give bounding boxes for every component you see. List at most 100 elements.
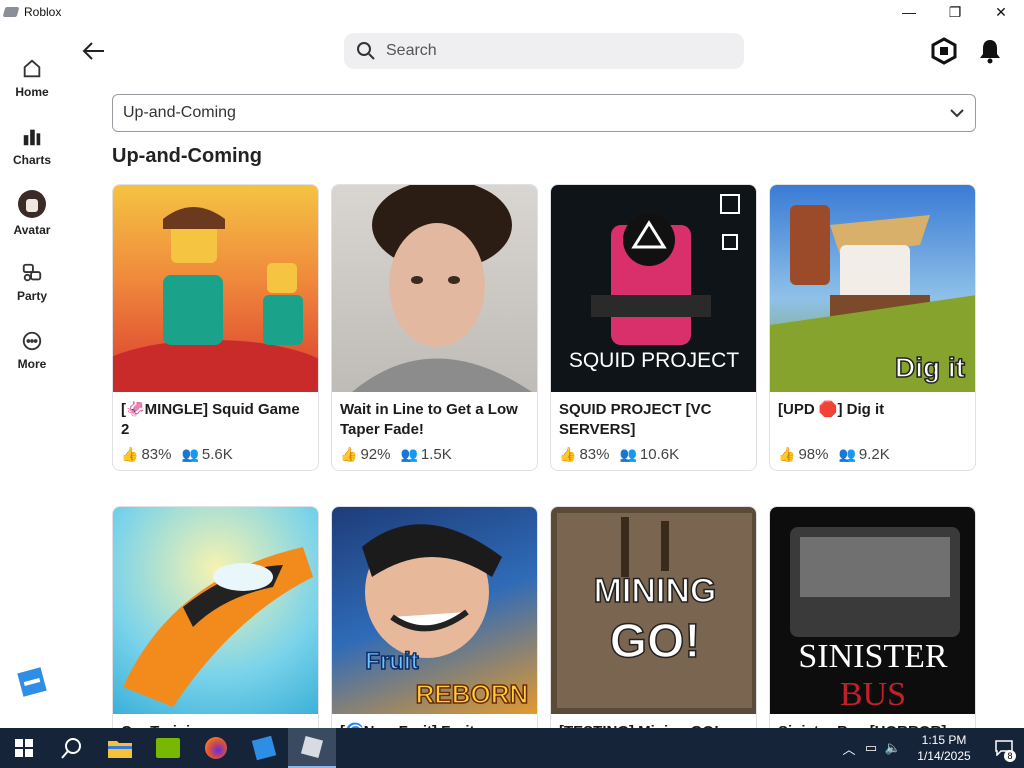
game-title: Sinister Bus [HORROR]	[770, 714, 975, 728]
chevron-up-icon[interactable]: ︿	[838, 739, 860, 758]
system-tray: ︿ ▭ 🔈 1:15 PM 1/14/2025 8	[838, 728, 1024, 768]
back-button[interactable]	[80, 37, 108, 65]
thumbnail-text: Fruit	[365, 648, 418, 675]
game-card[interactable]: Wait in Line to Get a Low Taper Fade! 👍 9…	[331, 184, 538, 471]
restore-button[interactable]: ❐	[932, 0, 978, 24]
game-grid: [🦑MINGLE] Squid Game 2 👍 83% 👥 5.6K Wait i…	[112, 184, 978, 728]
sidebar-item-label: Home	[15, 85, 49, 99]
game-card[interactable]: SQUID PROJECT SQUID PROJECT [VC SERVERS]…	[550, 184, 757, 471]
players-value: 9.2K	[858, 446, 890, 463]
sidebar-item-home[interactable]: Home	[0, 40, 64, 108]
thumbnail-text: BUS	[840, 676, 906, 713]
game-card[interactable]: [🦑MINGLE] Squid Game 2 👍 83% 👥 5.6K	[112, 184, 319, 471]
sidebar-item-label: Avatar	[13, 223, 51, 237]
search-icon	[357, 42, 375, 60]
sidebar-item-label: Party	[16, 289, 48, 303]
rating-stat: 👍 92%	[340, 446, 390, 463]
game-card[interactable]: Car Training	[112, 506, 319, 728]
robux-icon	[931, 37, 957, 65]
clock[interactable]: 1:15 PM 1/14/2025	[904, 732, 984, 764]
clock-time: 1:15 PM	[921, 733, 967, 747]
thumbnail-text: SQUID PROJECT	[569, 349, 740, 372]
game-card[interactable]: MINING GO! [TESTING] Mining GO!	[550, 506, 757, 728]
players-icon: 👥	[400, 446, 418, 462]
nvidia-icon	[156, 738, 180, 758]
charts-icon	[23, 129, 41, 146]
minimize-button[interactable]: —	[886, 0, 932, 24]
players-stat: 👥 5.6K	[181, 446, 232, 463]
section-title: Up-and-Coming	[112, 145, 262, 167]
roblox-studio-taskbar-button[interactable]	[240, 728, 288, 768]
players-value: 1.5K	[420, 446, 452, 463]
players-stat: 👥 9.2K	[838, 446, 889, 463]
roblox-taskbar-button[interactable]	[288, 728, 336, 768]
game-thumbnail: MINING GO!	[551, 507, 756, 714]
start-button[interactable]	[0, 728, 48, 768]
sidebar-item-more[interactable]: More	[0, 312, 64, 380]
rating-stat: 👍 83%	[559, 446, 609, 463]
window-controls: — ❐ ✕	[886, 0, 1024, 24]
players-value: 5.6K	[201, 446, 233, 463]
firefox-button[interactable]	[192, 728, 240, 768]
clock-date: 1/14/2025	[917, 749, 971, 763]
notifications-button[interactable]	[976, 37, 1004, 65]
sidebar-item-charts[interactable]: Charts	[0, 108, 64, 176]
roblox-studio-logo[interactable]	[17, 667, 47, 697]
sidebar-item-avatar[interactable]: Avatar	[0, 176, 64, 244]
sidebar-item-label: Charts	[12, 153, 51, 167]
robux-button[interactable]	[930, 37, 958, 65]
game-stats: 👍 92% 👥 1.5K	[332, 446, 537, 463]
game-thumbnail: Fruit REBORN	[332, 507, 537, 714]
game-title: SQUID PROJECT [VC SERVERS]	[559, 401, 712, 438]
rating-value: 83%	[141, 446, 172, 463]
taskbar-search-button[interactable]	[48, 728, 96, 768]
bell-icon	[980, 40, 1000, 64]
game-stats: 👍 83% 👥 5.6K	[113, 446, 318, 463]
home-icon	[23, 59, 41, 78]
game-thumbnail	[113, 185, 318, 392]
notifications-center-button[interactable]: 8	[984, 728, 1024, 768]
players-icon: 👥	[838, 446, 856, 462]
chevron-down-icon	[950, 109, 964, 118]
players-value: 10.6K	[639, 446, 680, 463]
network-icon[interactable]: ▭	[860, 740, 882, 756]
sidebar-item-party[interactable]: Party	[0, 244, 64, 312]
game-thumbnail: SINISTER BUS	[770, 507, 975, 714]
title-bar: Roblox — ❐ ✕	[0, 0, 1024, 24]
game-title: [UPD 🛑] Dig it	[778, 401, 885, 418]
windows-taskbar: ︿ ▭ 🔈 1:15 PM 1/14/2025 8	[0, 728, 1024, 768]
thumbnail-text: SINISTER	[798, 638, 948, 675]
roblox-app-icon	[2, 7, 20, 17]
search-bar[interactable]	[344, 33, 744, 69]
firefox-icon	[205, 737, 227, 759]
file-explorer-button[interactable]	[96, 728, 144, 768]
close-button[interactable]: ✕	[978, 0, 1024, 24]
game-card[interactable]: Dig it [UPD 🛑] Dig it 👍 98% 👥 9.2K	[769, 184, 976, 471]
game-card[interactable]: Fruit REBORN [🌀New Fruit] Fruit Reborn	[331, 506, 538, 728]
window-title: Roblox	[24, 5, 62, 19]
notification-count-badge: 8	[1004, 750, 1016, 762]
rating-stat: 👍 83%	[121, 446, 171, 463]
thumbs-up-icon: 👍	[340, 446, 358, 462]
thumbs-up-icon: 👍	[778, 446, 796, 462]
players-icon: 👥	[181, 446, 199, 462]
game-card[interactable]: SINISTERBUS Sinister Bus [HORROR]	[769, 506, 976, 728]
players-icon: 👥	[619, 446, 637, 462]
sort-dropdown[interactable]: Up-and-Coming	[112, 94, 976, 132]
thumbnail-text: MINING	[594, 572, 717, 610]
game-stats: 👍 98% 👥 9.2K	[770, 446, 975, 463]
nvidia-app-button[interactable]	[144, 728, 192, 768]
search-input[interactable]	[386, 42, 706, 60]
roblox-icon	[300, 735, 324, 759]
windows-logo-icon	[15, 739, 33, 757]
rating-value: 83%	[579, 446, 610, 463]
more-icon	[22, 331, 42, 351]
sidebar-item-label: More	[17, 357, 47, 371]
thumbs-up-icon: 👍	[559, 446, 577, 462]
roblox-studio-icon	[251, 735, 277, 761]
folder-icon	[108, 741, 132, 758]
sidebar: Home Charts Avatar Party More	[0, 40, 64, 380]
avatar-icon	[18, 190, 46, 218]
volume-icon[interactable]: 🔈	[882, 740, 904, 756]
game-title: Wait in Line to Get a Low Taper Fade!	[340, 401, 518, 438]
